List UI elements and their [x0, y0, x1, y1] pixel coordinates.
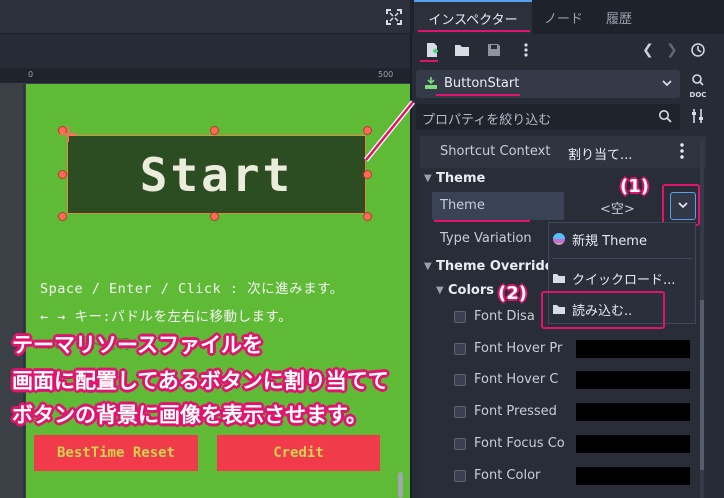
- menu-item-label: クイックロード...: [572, 272, 676, 288]
- override-checkbox[interactable]: [454, 374, 466, 386]
- chevron-down-icon[interactable]: ▼: [424, 173, 432, 184]
- override-checkbox[interactable]: [454, 470, 466, 482]
- object-history-icon[interactable]: [690, 42, 706, 58]
- annotation-text: 画面に配置してあるボタンに割り当てて: [12, 370, 389, 393]
- besttime-reset-label: BestTime Reset: [56, 445, 175, 461]
- property-label: Font Focus Co: [474, 436, 565, 451]
- override-checkbox[interactable]: [454, 438, 466, 450]
- tab-node[interactable]: ノード: [536, 0, 591, 34]
- chevron-down-icon[interactable]: ▼: [436, 285, 444, 296]
- viewport-header-band: [0, 34, 410, 68]
- search-help-icon: [692, 74, 704, 86]
- menu-divider: [552, 258, 692, 259]
- annotation-underline: [418, 30, 530, 32]
- menu-item-new-theme[interactable]: 新規 Theme: [552, 225, 647, 253]
- ruler-tick-label: 0: [28, 70, 34, 79]
- tab-history[interactable]: 履歴: [598, 0, 640, 34]
- hint-text: Space / Enter / Click : 次に進みます。: [40, 281, 344, 297]
- more-options-icon[interactable]: [674, 142, 690, 160]
- callout-number: (1): [620, 176, 649, 197]
- annotation-text: テーマリソースファイルを: [12, 334, 263, 357]
- selection-handle[interactable]: [58, 212, 67, 221]
- callout-number: (2): [498, 283, 527, 304]
- tools-icon[interactable]: [690, 108, 706, 124]
- property-label: Font Disa: [474, 309, 535, 324]
- override-checkbox[interactable]: [454, 406, 466, 418]
- selection-handle[interactable]: [363, 170, 372, 179]
- color-swatch[interactable]: [576, 467, 690, 485]
- filter-placeholder: プロパティを絞り込む: [422, 113, 552, 128]
- tab-label: インスペクター: [428, 12, 518, 28]
- callout-highlight: [662, 184, 700, 226]
- viewport-scrollbar[interactable]: [398, 472, 403, 498]
- pivot-icon[interactable]: [58, 124, 78, 144]
- color-swatch[interactable]: [576, 371, 690, 389]
- tab-inspector[interactable]: インスペクター: [414, 0, 532, 34]
- doc-label: DOC: [689, 91, 707, 99]
- callout-highlight: [541, 291, 665, 329]
- start-button-label: Start: [139, 147, 294, 202]
- annotation-text: ボタンの背景に画像を表示させます。: [12, 404, 367, 427]
- credit-label: Credit: [273, 445, 324, 461]
- horizontal-ruler: 0 500: [0, 68, 410, 84]
- selection-handle[interactable]: [363, 126, 372, 135]
- save-icon[interactable]: [486, 42, 502, 58]
- menu-item-label: 新規 Theme: [572, 233, 647, 249]
- property-label: Font Pressed: [474, 404, 557, 419]
- subsection-title: Colors: [448, 283, 495, 298]
- property-label: Font Hover Pr: [474, 341, 563, 356]
- selection-handle[interactable]: [363, 212, 372, 221]
- override-checkbox[interactable]: [454, 343, 466, 355]
- color-swatch[interactable]: [576, 403, 690, 421]
- start-button[interactable]: Start: [67, 135, 366, 214]
- chevron-down-icon[interactable]: ▼: [424, 261, 432, 272]
- theme-icon: [553, 233, 565, 245]
- annotation-underline: [436, 94, 520, 96]
- color-swatch[interactable]: [576, 340, 690, 358]
- node-name: ButtonStart: [444, 76, 520, 91]
- history-forward-icon[interactable]: ❯: [666, 42, 678, 58]
- open-folder-icon[interactable]: [454, 42, 470, 58]
- viewport-toolbar: [0, 0, 410, 34]
- credit-button[interactable]: Credit: [217, 435, 380, 471]
- property-label: Type Variation: [440, 231, 532, 246]
- new-resource-icon[interactable]: [424, 42, 440, 58]
- section-title: Theme Override: [436, 259, 554, 274]
- more-options-icon[interactable]: [518, 42, 534, 58]
- theme-value[interactable]: <空>: [600, 198, 635, 217]
- tab-label: ノード: [544, 11, 584, 27]
- menu-item-quick-load[interactable]: クイックロード...: [552, 264, 675, 292]
- property-value[interactable]: 割り当て...: [568, 144, 632, 163]
- override-checkbox[interactable]: [454, 311, 466, 323]
- property-label: Shortcut Context: [440, 144, 551, 159]
- property-label: Font Hover C: [474, 372, 559, 387]
- hint-text: ← → キー:パドルを左右に移動します。: [40, 309, 293, 325]
- ruler-tick-label: 500: [378, 70, 394, 79]
- folder-icon: [553, 274, 565, 283]
- search-icon: [659, 110, 672, 123]
- annotation-underline: [434, 220, 530, 222]
- tab-label: 履歴: [606, 11, 633, 27]
- selection-handle[interactable]: [58, 170, 67, 179]
- selection-handle[interactable]: [210, 126, 219, 135]
- inspector-scroll-thumb[interactable]: [700, 300, 704, 470]
- history-back-icon[interactable]: ❮: [642, 42, 654, 58]
- color-swatch[interactable]: [576, 435, 690, 453]
- button-node-icon: [425, 77, 437, 89]
- property-label: Theme: [440, 198, 485, 213]
- besttime-reset-button[interactable]: BestTime Reset: [34, 435, 198, 471]
- annotation-underline: [420, 60, 438, 62]
- vertical-guide: [23, 84, 25, 498]
- chevron-down-icon[interactable]: [660, 76, 674, 90]
- fullscreen-icon[interactable]: [386, 9, 402, 25]
- section-title: Theme: [436, 171, 486, 186]
- property-label: Font Color: [474, 468, 541, 483]
- docs-icon[interactable]: DOC: [686, 72, 710, 99]
- selection-handle[interactable]: [210, 212, 219, 221]
